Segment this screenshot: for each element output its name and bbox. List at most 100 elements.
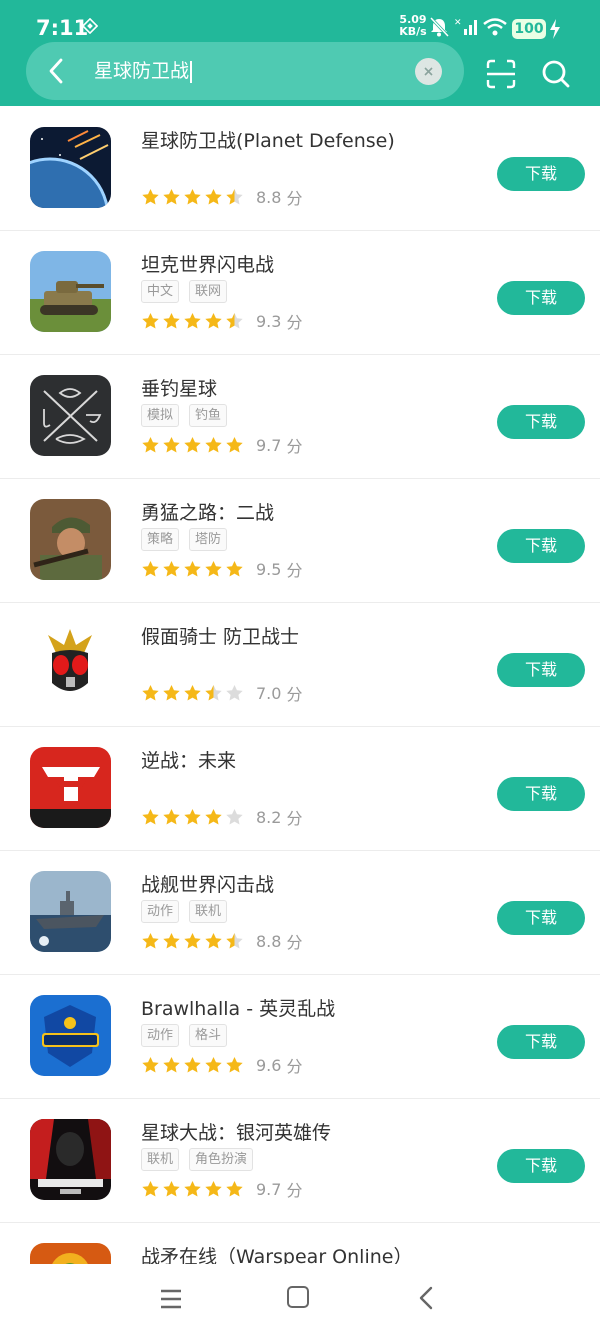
star-full-icon xyxy=(142,560,159,577)
app-rating: 7.0 分 xyxy=(141,682,302,704)
scan-icon[interactable] xyxy=(485,58,517,90)
star-full-icon xyxy=(226,1180,243,1197)
star-half-icon xyxy=(226,312,243,329)
tag-list: 联机 角色扮演 xyxy=(141,1148,263,1171)
app-rating: 9.3 分 xyxy=(141,310,302,332)
list-item[interactable]: Brawlhalla - 英灵乱战 动作 格斗 9.6 分 下载 xyxy=(0,974,600,1099)
score-value: 9.7 xyxy=(256,435,282,455)
brawlhalla-icon xyxy=(30,995,111,1076)
list-item[interactable]: 星球防卫战(Planet Defense) 8.8 分 下载 xyxy=(0,106,600,231)
app-rating: 9.5 分 xyxy=(141,558,302,580)
star-full-icon xyxy=(205,188,222,205)
download-button[interactable]: 下载 xyxy=(497,157,585,191)
app-title: 战矛在线（Warspear Online） xyxy=(141,1246,413,1264)
text-caret xyxy=(190,60,193,83)
search-query-text: 星球防卫战 xyxy=(94,60,190,82)
app-title: 勇猛之路：二战 xyxy=(141,502,275,524)
star-full-icon xyxy=(163,684,180,701)
tag-list: 中文 联网 xyxy=(141,280,237,303)
score-value: 7.0 xyxy=(256,683,282,703)
download-button[interactable]: 下载 xyxy=(497,653,585,687)
app-rating: 8.8 分 xyxy=(141,186,302,208)
star-full-icon xyxy=(226,436,243,453)
star-full-icon xyxy=(142,436,159,453)
charging-icon xyxy=(550,19,560,39)
score-unit: 分 xyxy=(286,1181,303,1200)
home-icon[interactable] xyxy=(287,1286,309,1308)
score-unit: 分 xyxy=(286,437,303,456)
download-button[interactable]: 下载 xyxy=(497,777,585,811)
list-item[interactable]: 战矛在线（Warspear Online） xyxy=(0,1222,600,1264)
notification-app-icon xyxy=(82,18,98,34)
search-results-list: 星球防卫战(Planet Defense) 8.8 分 下载 坦克世界闪电战 中… xyxy=(0,106,600,1264)
star-rating xyxy=(141,1180,246,1199)
tag: 联网 xyxy=(189,280,228,303)
star-full-icon xyxy=(142,684,159,701)
download-button[interactable]: 下载 xyxy=(497,405,585,439)
score-value: 8.2 xyxy=(256,807,282,827)
score-unit: 分 xyxy=(286,809,303,828)
star-full-icon xyxy=(163,1056,180,1073)
star-rating xyxy=(141,188,246,207)
score-value: 8.8 xyxy=(256,187,282,207)
star-full-icon xyxy=(163,188,180,205)
clear-search-icon[interactable] xyxy=(415,58,442,85)
masked-rider-icon xyxy=(30,623,111,704)
star-full-icon xyxy=(184,932,201,949)
score-unit: 分 xyxy=(286,189,303,208)
nizhan-icon xyxy=(30,747,111,828)
star-half-icon xyxy=(226,932,243,949)
download-button[interactable]: 下载 xyxy=(497,1149,585,1183)
star-full-icon xyxy=(163,436,180,453)
star-rating xyxy=(141,684,246,703)
star-full-icon xyxy=(205,1056,222,1073)
star-full-icon xyxy=(184,188,201,205)
tag: 动作 xyxy=(141,1024,180,1047)
list-item[interactable]: 勇猛之路：二战 策略 塔防 9.5 分 下载 xyxy=(0,478,600,603)
star-full-icon xyxy=(205,560,222,577)
download-button[interactable]: 下载 xyxy=(497,901,585,935)
list-item[interactable]: 垂钓星球 模拟 钓鱼 9.7 分 下载 xyxy=(0,354,600,479)
star-empty-icon xyxy=(226,684,243,701)
soldier-icon xyxy=(30,499,111,580)
star-full-icon xyxy=(205,808,222,825)
tag: 联机 xyxy=(141,1148,180,1171)
star-full-icon xyxy=(163,1180,180,1197)
star-full-icon xyxy=(142,1180,159,1197)
network-speed: 5.09 KB/s xyxy=(399,13,427,38)
star-full-icon xyxy=(184,312,201,329)
tag: 角色扮演 xyxy=(189,1148,254,1171)
list-item[interactable]: 逆战：未来 8.2 分 下载 xyxy=(0,726,600,851)
tank-icon xyxy=(30,251,111,332)
app-rating: 9.6 分 xyxy=(141,1054,302,1076)
search-input[interactable]: 星球防卫战 xyxy=(94,56,193,86)
download-button[interactable]: 下载 xyxy=(497,529,585,563)
score-value: 9.5 xyxy=(256,559,282,579)
star-empty-icon xyxy=(226,808,243,825)
tag-list: 动作 格斗 xyxy=(141,1024,237,1047)
tag-list: 动作 联机 xyxy=(141,900,237,923)
star-full-icon xyxy=(205,312,222,329)
warship-icon xyxy=(30,871,111,952)
download-button[interactable]: 下载 xyxy=(497,1025,585,1059)
tag: 中文 xyxy=(141,280,180,303)
list-item[interactable]: 假面骑士 防卫战士 7.0 分 下载 xyxy=(0,602,600,727)
bell-muted-icon xyxy=(429,16,450,38)
list-item[interactable]: 坦克世界闪电战 中文 联网 9.3 分 下载 xyxy=(0,230,600,355)
search-icon[interactable] xyxy=(540,58,572,90)
star-full-icon xyxy=(142,808,159,825)
tag-list: 策略 塔防 xyxy=(141,528,237,551)
list-item[interactable]: 星球大战：银河英雄传 联机 角色扮演 9.7 分 下载 xyxy=(0,1098,600,1223)
score-unit: 分 xyxy=(286,685,303,704)
star-rating xyxy=(141,932,246,951)
star-full-icon xyxy=(205,436,222,453)
search-bar[interactable] xyxy=(26,42,464,100)
download-button[interactable]: 下载 xyxy=(497,281,585,315)
tag-list: 模拟 钓鱼 xyxy=(141,404,237,427)
list-item[interactable]: 战舰世界闪击战 动作 联机 8.8 分 下载 xyxy=(0,850,600,975)
tag: 联机 xyxy=(189,900,228,923)
back-icon[interactable] xyxy=(416,1286,436,1310)
menu-icon[interactable] xyxy=(159,1288,183,1310)
star-full-icon xyxy=(184,684,201,701)
back-arrow-icon[interactable] xyxy=(42,56,72,86)
